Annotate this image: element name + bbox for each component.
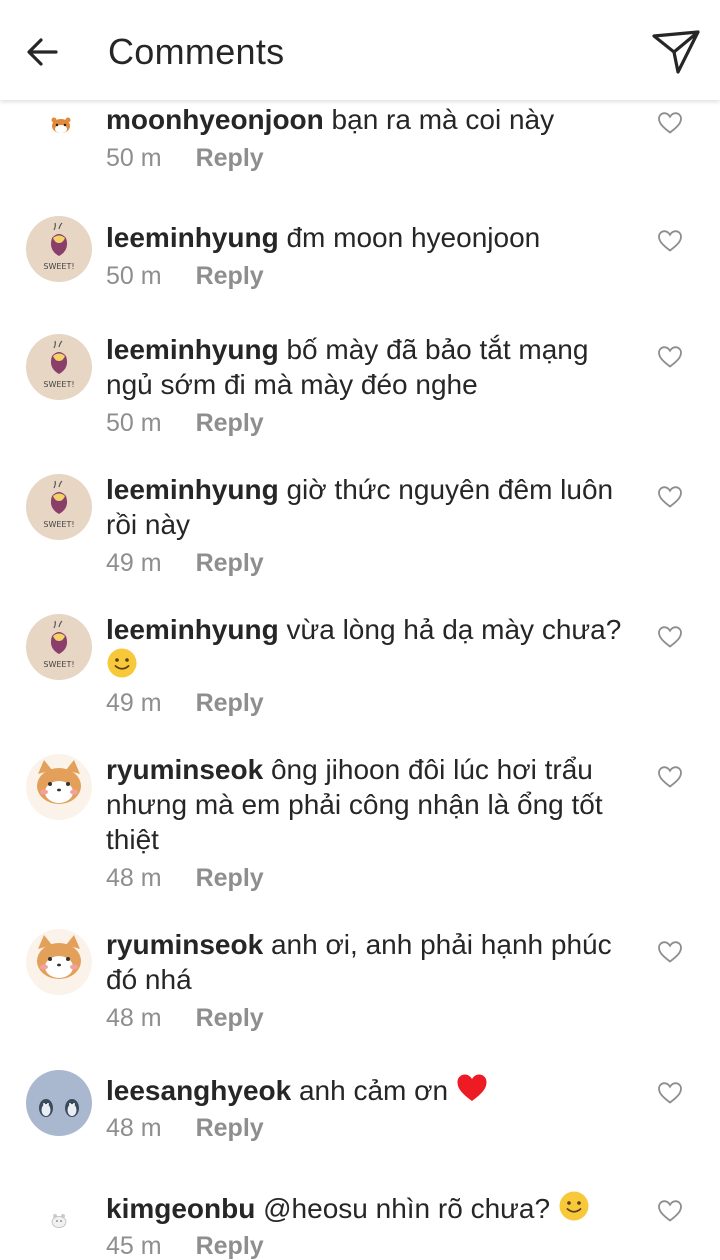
heart-outline-icon[interactable] [657,625,683,649]
comment-time: 49 m [106,689,162,717]
comment-meta: 50 m Reply [106,408,264,438]
red-heart-icon [457,1074,487,1101]
slightly-smiling-face-icon [107,648,137,678]
comment-username[interactable]: kimgeonbu [106,1193,255,1224]
comment-body: bạn ra mà coi này [331,104,555,135]
comment-meta: 48 m Reply [106,1003,264,1033]
comment-username[interactable]: leeminhyung [106,474,279,505]
shiba-avatar-image [37,760,81,804]
comment-meta: 50 m Reply [106,143,264,173]
comment-username[interactable]: leeminhyung [106,334,279,365]
comment-text: moonhyeonjoon bạn ra mà coi này [106,102,626,137]
comment-username[interactable]: ryuminseok [106,929,263,960]
shiba-avatar-image [37,935,81,979]
comment-time: 49 m [106,549,162,577]
svg-text:SWEET!: SWEET! [43,380,74,389]
comment-time: 48 m [106,1114,162,1142]
heart-outline-icon[interactable] [657,229,683,253]
bear-avatar-image [51,1214,67,1228]
comment-text: leeminhyung giờ thức nguyên đêm luôn rồi… [106,472,626,542]
sweet-potato-avatar[interactable]: SWEET! [26,474,92,540]
comment-text: kimgeonbu @heosu nhìn rõ chưa? [106,1190,626,1226]
sweet-potato-avatar[interactable]: SWEET! [26,334,92,400]
sweet-potato-avatar-image: SWEET! [43,480,75,529]
heart-outline-icon[interactable] [657,940,683,964]
slightly-smiling-face-icon [559,1191,589,1221]
header-bar: Comments [0,0,720,100]
comment-username[interactable]: leeminhyung [106,614,279,645]
hamster-avatar[interactable] [26,100,92,162]
sweet-potato-avatar[interactable]: SWEET! [26,216,92,282]
sweet-potato-avatar[interactable]: SWEET! [26,614,92,680]
comment-time: 50 m [106,409,162,437]
comment-body: đm moon hyeonjoon [286,222,541,253]
comment-meta: 48 m Reply [106,1113,264,1143]
comment-meta: 45 m Reply [106,1231,264,1260]
heart-outline-icon[interactable] [657,485,683,509]
reply-button[interactable]: Reply [196,1114,264,1142]
comment-time: 50 m [106,262,162,290]
comment-meta: 48 m Reply [106,863,264,893]
comment-text: leesanghyeok anh cảm ơn [106,1072,626,1108]
heart-outline-icon[interactable] [657,765,683,789]
comment-username[interactable]: leesanghyeok [106,1075,291,1106]
comment-time: 45 m [106,1232,162,1260]
reply-button[interactable]: Reply [196,1004,264,1032]
comment-meta: 49 m Reply [106,548,264,578]
svg-text:SWEET!: SWEET! [43,520,74,529]
bear-avatar[interactable] [26,1188,92,1254]
page-title: Comments [108,31,285,72]
comment-text: ryuminseok anh ơi, anh phải hạnh phúc đó… [106,927,626,997]
reply-button[interactable]: Reply [196,549,264,577]
penguins-avatar[interactable] [26,1070,92,1136]
back-arrow-icon[interactable] [20,30,64,74]
hamster-avatar-image [51,117,71,133]
comment-text: leeminhyung đm moon hyeonjoon [106,220,626,255]
comment-meta: 50 m Reply [106,261,264,291]
reply-button[interactable]: Reply [196,1232,264,1260]
shiba-avatar[interactable] [26,754,92,820]
comment-username[interactable]: moonhyeonjoon [106,104,324,135]
penguins-avatar-image [39,1099,79,1117]
shiba-avatar[interactable] [26,929,92,995]
sweet-potato-avatar-image: SWEET! [43,340,75,389]
comment-time: 48 m [106,1004,162,1032]
comment-body: anh cảm ơn [298,1075,449,1106]
sweet-potato-avatar-image: SWEET! [43,620,75,669]
heart-outline-icon[interactable] [657,1081,683,1105]
reply-button[interactable]: Reply [196,864,264,892]
comment-username[interactable]: leeminhyung [106,222,279,253]
heart-outline-icon[interactable] [657,345,683,369]
comments-list[interactable]: moonhyeonjoon bạn ra mà coi này 50 m Repl… [0,100,720,1260]
comment-text: ryuminseok ông jihoon đôi lúc hơi trẩu n… [106,752,626,857]
comment-text: leeminhyung bố mày đã bảo tắt mạng ngủ s… [106,332,626,402]
comment-meta: 49 m Reply [106,688,264,718]
heart-outline-icon[interactable] [657,1199,683,1223]
comment-body: vừa lòng hả dạ mày chưa? [286,614,622,645]
comment-time: 48 m [106,864,162,892]
reply-button[interactable]: Reply [196,262,264,290]
heart-outline-icon[interactable] [657,111,683,135]
reply-button[interactable]: Reply [196,144,264,172]
sweet-potato-avatar-image: SWEET! [43,222,75,271]
reply-button[interactable]: Reply [196,689,264,717]
svg-text:SWEET!: SWEET! [43,262,74,271]
send-direct-icon[interactable] [648,24,704,80]
comment-body: @heosu nhìn rõ chưa? [263,1193,551,1224]
reply-button[interactable]: Reply [196,409,264,437]
svg-text:SWEET!: SWEET! [43,660,74,669]
comment-text: leeminhyung vừa lòng hả dạ mày chưa? [106,612,626,683]
comment-username[interactable]: ryuminseok [106,754,263,785]
comment-time: 50 m [106,144,162,172]
